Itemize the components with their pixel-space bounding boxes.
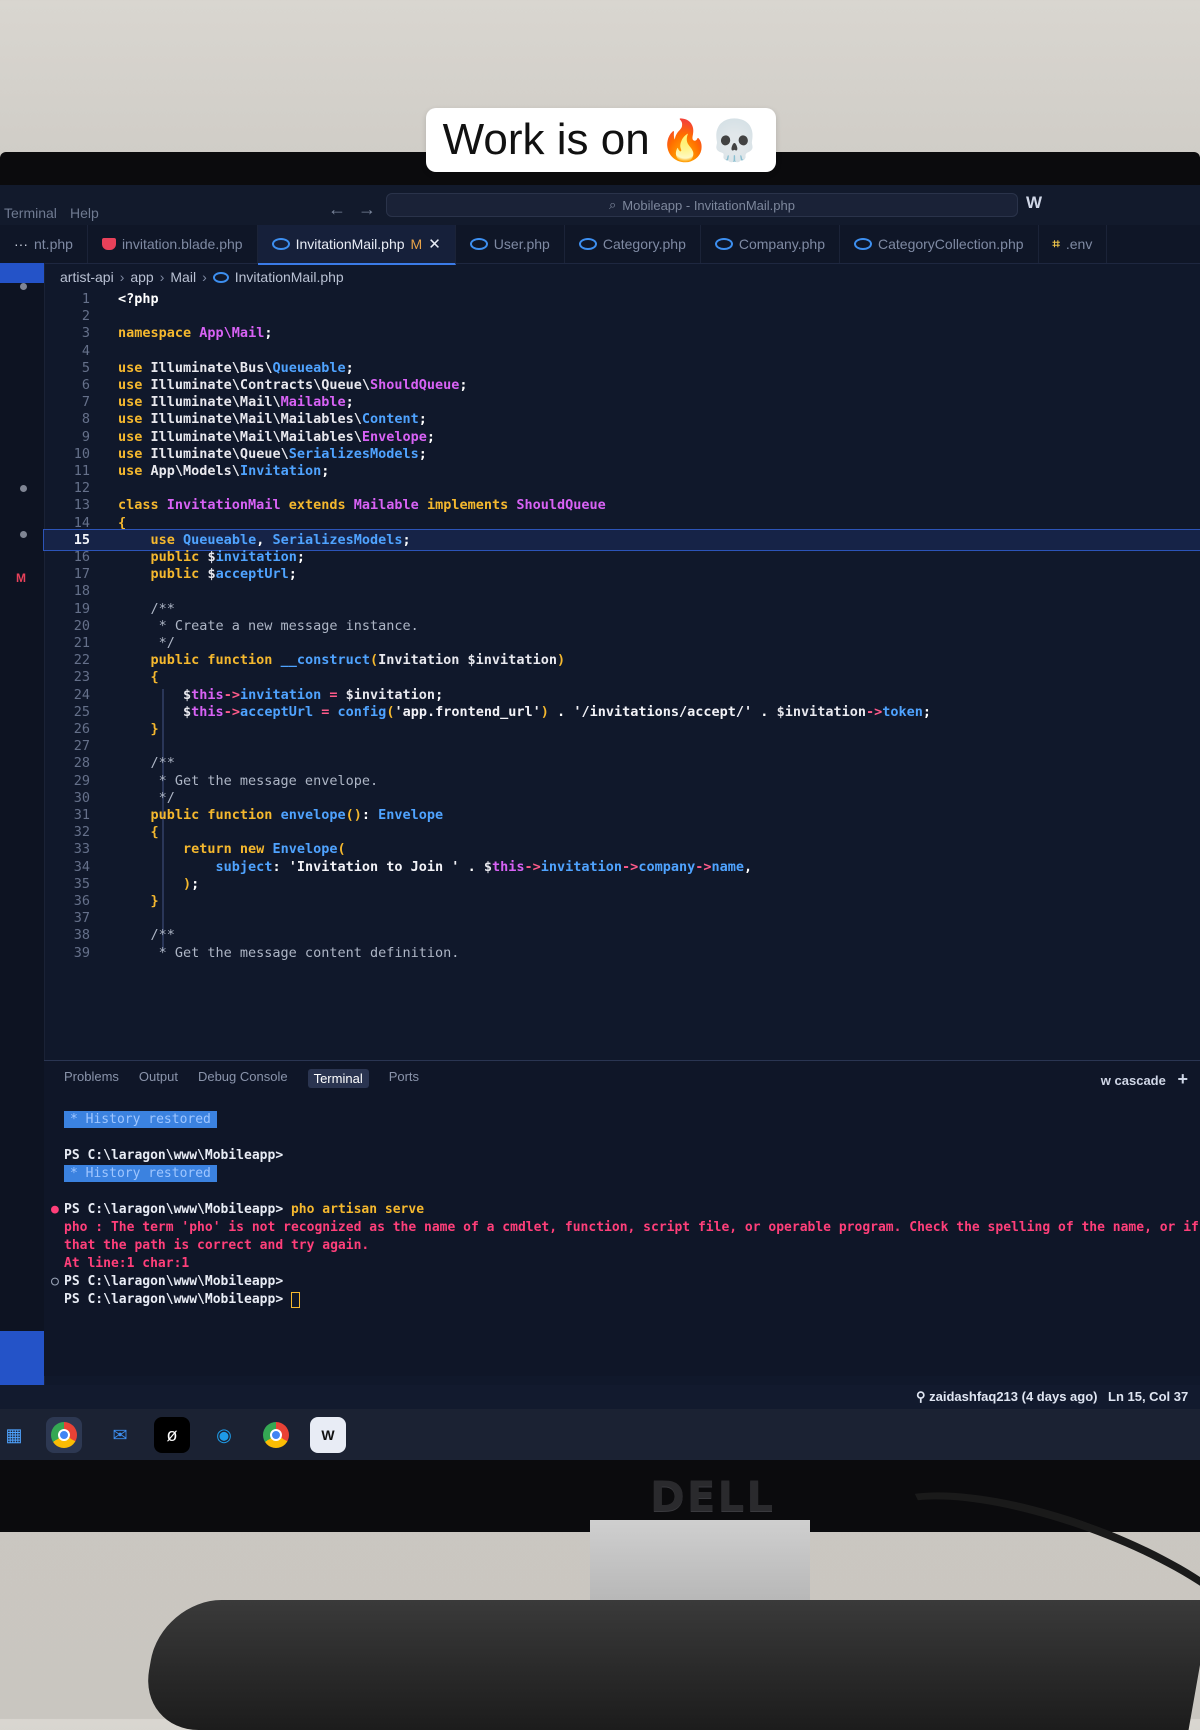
- tab-invitation-blade[interactable]: invitation.blade.php: [88, 225, 258, 263]
- remote-indicator[interactable]: [0, 1331, 44, 1385]
- command-line: ● PS C:\laragon\www\Mobileapp> pho artisa…: [51, 1202, 425, 1217]
- more-icon: ···: [14, 236, 28, 252]
- start-icon[interactable]: ▦: [0, 1417, 32, 1453]
- tab-label: User.php: [493, 236, 550, 252]
- php-icon: [854, 238, 872, 250]
- tab-debug-console[interactable]: Debug Console: [198, 1069, 288, 1088]
- env-icon: ⌗: [1052, 236, 1060, 251]
- blade-icon: [101, 238, 116, 250]
- git-blame[interactable]: ⚲ zaidashfaq213 (4 days ago): [916, 1389, 1097, 1405]
- command-search[interactable]: ⌕ Mobileapp - InvitationMail.php: [386, 193, 1018, 217]
- explorer-icon[interactable]: [0, 263, 44, 283]
- php-icon: [578, 238, 597, 250]
- chevron-right-icon: ›: [119, 269, 125, 285]
- line-number: 39: [73, 944, 90, 961]
- nav-arrows[interactable]: ←→: [328, 199, 388, 220]
- activity-dot-icon[interactable]: [20, 531, 27, 538]
- terminal-cursor: [290, 1291, 300, 1308]
- tab-invitationmail[interactable]: InvitationMail.php M ✕: [257, 225, 456, 265]
- video-caption: Work is on 🔥💀: [426, 108, 776, 172]
- activity-dot-icon[interactable]: [20, 283, 27, 290]
- tab-nt-php[interactable]: ··· nt.php: [0, 225, 88, 263]
- tab-problems[interactable]: Problems: [64, 1069, 119, 1088]
- windsurf-icon[interactable]: W: [310, 1417, 346, 1453]
- chevron-right-icon: ›: [159, 269, 165, 285]
- panel-right: ᴡ cascade +: [1101, 1069, 1188, 1090]
- php-icon: [212, 271, 229, 283]
- activity-bar: M: [0, 263, 45, 1393]
- code-line[interactable]: 39 * Get the message content definition.: [44, 943, 1200, 963]
- error-line: pho : The term 'pho' is not recognized a…: [64, 1220, 1200, 1235]
- tab-label: Category.php: [602, 236, 686, 252]
- search-text: Mobileapp - InvitationMail.php: [622, 197, 795, 213]
- tab-category[interactable]: Category.php: [565, 225, 701, 263]
- code-editor[interactable]: 1 <?php 2 3 namespace App\Mail; 4 5 use Illumin…: [43, 289, 1200, 961]
- tab-label: nt.php: [34, 236, 73, 252]
- close-icon[interactable]: ✕: [428, 235, 441, 253]
- history-line: * History restored: [64, 1111, 217, 1129]
- tab-categorycollection[interactable]: CategoryCollection.php: [840, 225, 1039, 263]
- monitor-brand-logo: DELL: [650, 1472, 776, 1521]
- menu-help[interactable]: Help: [70, 205, 99, 221]
- taskbar: ▦ ✉ ø ◉ W: [0, 1409, 1200, 1460]
- tab-label: CategoryCollection.php: [878, 236, 1024, 252]
- edge-icon[interactable]: ◉: [206, 1417, 242, 1453]
- breadcrumb-item[interactable]: InvitationMail.php: [235, 269, 344, 285]
- tab-label: InvitationMail.php: [295, 236, 405, 252]
- chrome-icon[interactable]: [258, 1417, 294, 1453]
- tab-ports[interactable]: Ports: [389, 1069, 419, 1088]
- fire-skull-emoji: 🔥💀: [659, 118, 760, 163]
- breadcrumb-item[interactable]: app: [130, 269, 153, 285]
- prompt-line: ○ PS C:\laragon\www\Mobileapp>: [51, 1274, 284, 1289]
- tab-company[interactable]: Company.php: [701, 225, 840, 263]
- php-icon: [469, 238, 488, 250]
- git-icon: ⚲: [916, 1389, 930, 1404]
- caption-text: Work is on: [442, 115, 650, 164]
- panel-tabs: Problems Output Debug Console Terminal P…: [64, 1069, 419, 1088]
- code-text: * Get the message content definition.: [118, 944, 460, 961]
- chrome-icon[interactable]: [46, 1417, 82, 1453]
- mail-icon[interactable]: ✉: [102, 1417, 138, 1453]
- error-line: that the path is correct and try again.: [64, 1238, 370, 1253]
- tab-env[interactable]: ⌗ .env: [1039, 225, 1108, 263]
- modified-marker: M: [16, 571, 26, 585]
- modified-badge: M: [410, 236, 423, 252]
- tab-output[interactable]: Output: [139, 1069, 178, 1088]
- chevron-right-icon: ›: [202, 269, 207, 285]
- history-line: * History restored: [64, 1165, 217, 1183]
- php-icon: [714, 238, 733, 250]
- tab-user[interactable]: User.php: [456, 225, 565, 263]
- php-icon: [271, 238, 290, 250]
- prompt-line: PS C:\laragon\www\Mobileapp>: [64, 1291, 300, 1309]
- tab-label: Company.php: [738, 236, 825, 252]
- breadcrumb-item[interactable]: Mail: [170, 269, 196, 285]
- windsurf-logo-icon: W: [1026, 193, 1043, 212]
- tab-label: .env: [1065, 236, 1093, 252]
- app-icon[interactable]: ø: [154, 1417, 190, 1453]
- editor-tabs: ··· nt.php invitation.blade.php Invitati…: [0, 225, 1200, 265]
- status-bar: ⚲ zaidashfaq213 (4 days ago) Ln 15, Col …: [0, 1331, 1200, 1409]
- add-terminal-button[interactable]: +: [1177, 1069, 1188, 1089]
- breadcrumb-item[interactable]: artist-api: [60, 269, 114, 285]
- search-icon: ⌕: [609, 197, 617, 212]
- breadcrumb: artist-api › app › Mail › InvitationMail…: [60, 269, 344, 285]
- menu-terminal[interactable]: Terminal: [4, 205, 57, 221]
- cascade-button[interactable]: ᴡ cascade: [1101, 1073, 1166, 1088]
- tab-label: invitation.blade.php: [121, 236, 243, 252]
- error-line: At line:1 char:1: [64, 1256, 190, 1271]
- activity-dot-icon[interactable]: [20, 485, 27, 492]
- tab-terminal[interactable]: Terminal: [307, 1069, 369, 1088]
- screen: Terminal Help ←→ ⌕ Mobileapp - Invitatio…: [0, 185, 1200, 1460]
- cursor-position[interactable]: Ln 15, Col 37: [1108, 1389, 1188, 1404]
- prompt-line: PS C:\laragon\www\Mobileapp>: [64, 1148, 284, 1163]
- bottom-panel: Problems Output Debug Console Terminal P…: [44, 1060, 1200, 1376]
